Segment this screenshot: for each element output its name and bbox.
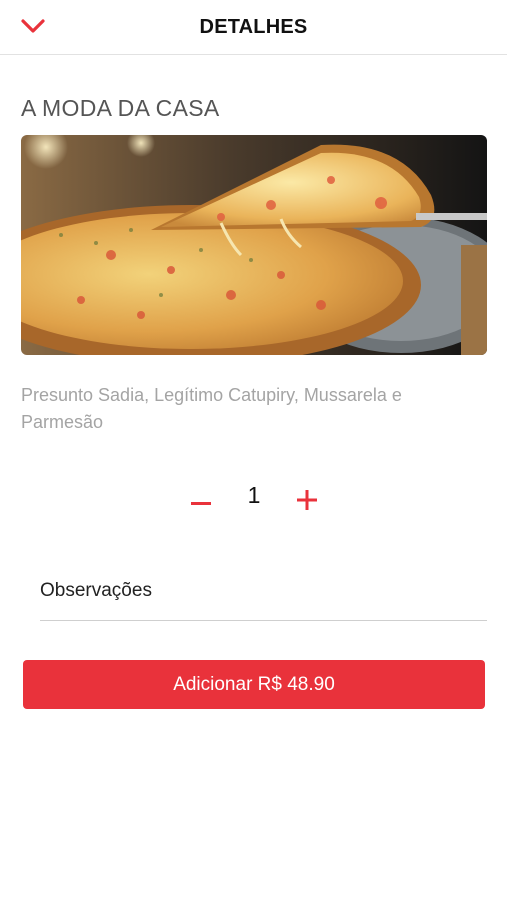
add-to-cart-button[interactable]: Adicionar R$ 48.90 bbox=[23, 660, 485, 709]
quantity-value: 1 bbox=[247, 482, 261, 508]
minus-icon bbox=[191, 493, 211, 511]
product-details-screen: DETALHES A MODA DA CASA Presunto Sadia, … bbox=[0, 0, 507, 900]
plus-icon bbox=[297, 489, 317, 515]
observations-field[interactable]: Observações bbox=[40, 572, 487, 621]
page-title: DETALHES bbox=[199, 16, 308, 38]
product-description: Presunto Sadia, Legítimo Catupiry, Mussa… bbox=[21, 385, 402, 432]
increment-button[interactable] bbox=[291, 486, 323, 518]
product-name: A MODA DA CASA bbox=[21, 95, 220, 121]
product-image bbox=[21, 135, 487, 355]
decrement-button[interactable] bbox=[185, 486, 217, 518]
header-bar: DETALHES bbox=[0, 0, 507, 55]
